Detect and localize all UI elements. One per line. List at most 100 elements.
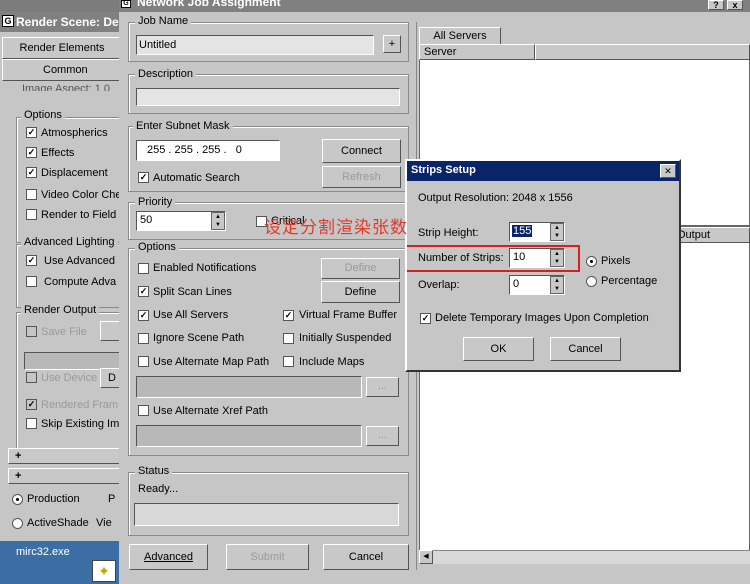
advanced-button[interactable]: Advanced — [129, 544, 208, 570]
refresh-button[interactable]: Refresh — [322, 166, 401, 188]
pixels-radio[interactable] — [586, 256, 597, 267]
status-label: Status — [135, 465, 173, 477]
tab-common[interactable]: Common — [2, 59, 122, 81]
use-all-servers-label: Use All Servers — [153, 309, 229, 321]
help-button[interactable]: ? — [708, 0, 724, 10]
include-maps-checkbox[interactable] — [283, 356, 294, 367]
cancel-button[interactable]: Cancel — [323, 544, 409, 570]
job-name-input[interactable]: Untitled — [136, 35, 374, 55]
include-maps-label: Include Maps — [299, 356, 365, 368]
virtual-frame-buffer-checkbox[interactable]: ✓ — [283, 310, 294, 321]
ignore-scene-path-checkbox[interactable] — [138, 333, 149, 344]
subnet-label: Enter Subnet Mask — [133, 120, 233, 132]
strip-height-label: Strip Height: — [418, 227, 479, 239]
strips-titlebar[interactable]: Strips Setup — [407, 161, 679, 181]
save-file-checkbox[interactable] — [26, 326, 37, 337]
alt-xref-path-input[interactable] — [136, 425, 362, 447]
ignore-scene-path-label: Ignore Scene Path — [153, 332, 245, 344]
skip-existing-checkbox[interactable] — [26, 418, 37, 429]
strips-cancel-button[interactable]: Cancel — [550, 337, 621, 361]
atmospherics-checkbox[interactable]: ✓ — [26, 127, 37, 138]
output-resolution-text: Output Resolution: 2048 x 1556 — [418, 192, 573, 204]
initially-suspended-label: Initially Suspended — [299, 332, 392, 344]
use-all-servers-checkbox[interactable]: ✓ — [138, 310, 149, 321]
submit-button[interactable]: Submit — [226, 544, 309, 570]
use-advanced-checkbox[interactable]: ✓ — [26, 255, 37, 266]
video-color-label: Video Color Che — [41, 189, 122, 201]
server-column-header-2[interactable] — [535, 44, 750, 60]
alt-map-path-checkbox[interactable] — [138, 356, 149, 367]
atmospherics-label: Atmospherics — [41, 127, 108, 139]
save-file-label: Save File — [41, 326, 87, 338]
effects-checkbox[interactable]: ✓ — [26, 147, 37, 158]
viewport-label: Vie — [96, 517, 112, 529]
render-scene-window: G Render Scene: De Render Elements Commo… — [0, 12, 124, 584]
add-job-button[interactable]: + — [383, 35, 401, 53]
split-scan-checkbox[interactable]: ✓ — [138, 286, 149, 297]
skip-existing-label: Skip Existing Im — [41, 418, 120, 430]
scroll-left-arrow-icon[interactable]: ◀ — [419, 550, 433, 564]
define-notifications-button[interactable]: Define — [321, 258, 400, 279]
use-device-checkbox[interactable] — [26, 372, 37, 383]
connect-button[interactable]: Connect — [322, 139, 401, 163]
define-strips-button[interactable]: Define — [321, 281, 400, 303]
server-column-header[interactable]: Server — [419, 44, 535, 60]
virtual-frame-buffer-label: Virtual Frame Buffer — [299, 309, 398, 321]
displacement-checkbox[interactable]: ✓ — [26, 167, 37, 178]
output-column-header[interactable]: Output — [671, 227, 750, 243]
image-aspect-cut-text: Image Aspect: 1.0 — [22, 83, 111, 91]
alt-map-path-label: Use Alternate Map Path — [153, 356, 270, 368]
overlap-spinner[interactable]: ▲ ▼ — [550, 276, 564, 294]
strips-close-button[interactable]: ✕ — [660, 164, 676, 178]
enabled-notifications-checkbox[interactable] — [138, 263, 149, 274]
close-button[interactable]: x — [727, 0, 743, 10]
strips-ok-button[interactable]: OK — [463, 337, 534, 361]
horizontal-scrollbar[interactable] — [419, 550, 750, 564]
status-progress-bar — [134, 503, 399, 526]
enabled-notifications-label: Enabled Notifications — [153, 262, 257, 274]
activeshade-radio[interactable] — [12, 518, 23, 529]
tab-all-servers[interactable]: All Servers — [419, 27, 501, 45]
highlight-box — [407, 245, 580, 272]
strip-height-spinner[interactable]: ▲ ▼ — [550, 223, 564, 241]
delete-temp-images-checkbox[interactable]: ✓ — [420, 313, 431, 324]
strips-setup-dialog: Strips Setup ✕ Output Resolution: 2048 x… — [405, 159, 681, 372]
video-color-checkbox[interactable] — [26, 189, 37, 200]
rollout-expand-2[interactable]: + — [8, 468, 123, 484]
rendered-frame-checkbox[interactable]: ✓ — [26, 399, 37, 410]
alt-map-path-input[interactable] — [136, 376, 362, 398]
compute-advanced-label: Compute Adva — [44, 276, 117, 288]
rendered-frame-label: Rendered Fram — [41, 399, 119, 411]
rollout-expand-1[interactable]: + — [8, 448, 123, 464]
auto-search-checkbox[interactable]: ✓ — [138, 172, 149, 183]
desktop-icon[interactable]: ✦ — [92, 560, 116, 582]
compute-advanced-checkbox[interactable] — [26, 276, 37, 287]
options-group-label: Options — [21, 109, 65, 121]
browse-map-path-button[interactable]: ... — [366, 377, 399, 397]
percentage-label: Percentage — [601, 275, 658, 287]
render-to-field-checkbox[interactable] — [26, 209, 37, 220]
production-label: Production — [27, 493, 80, 505]
production-radio[interactable] — [12, 494, 23, 505]
priority-label: Priority — [135, 196, 176, 208]
advanced-lighting-label: Advanced Lighting — [21, 236, 118, 248]
initially-suspended-checkbox[interactable] — [283, 333, 294, 344]
render-scene-titlebar[interactable]: G Render Scene: De — [0, 12, 123, 32]
use-device-label: Use Device — [41, 372, 98, 384]
subnet-mask-input[interactable]: 255 . 255 . 255 . 0 — [136, 140, 280, 161]
tab-render-elements[interactable]: Render Elements — [2, 37, 122, 59]
use-advanced-label: Use Advanced — [44, 255, 115, 267]
activeshade-label: ActiveShade — [27, 517, 89, 529]
priority-spinner[interactable]: ▲ ▼ — [211, 212, 225, 230]
chinese-annotation: 设定分割渲染张数 — [264, 218, 408, 238]
render-output-label: Render Output — [21, 304, 100, 316]
taskbar-item-mirc[interactable]: mirc32.exe — [16, 546, 70, 558]
alt-xref-path-checkbox[interactable] — [138, 405, 149, 416]
description-input[interactable] — [136, 88, 400, 106]
delete-temp-images-label: Delete Temporary Images Upon Completion — [435, 312, 649, 324]
pixels-label: Pixels — [601, 255, 631, 267]
browse-xref-path-button[interactable]: ... — [366, 426, 399, 446]
effects-label: Effects — [41, 147, 75, 159]
nja-app-icon: G — [121, 0, 131, 8]
percentage-radio[interactable] — [586, 276, 597, 287]
